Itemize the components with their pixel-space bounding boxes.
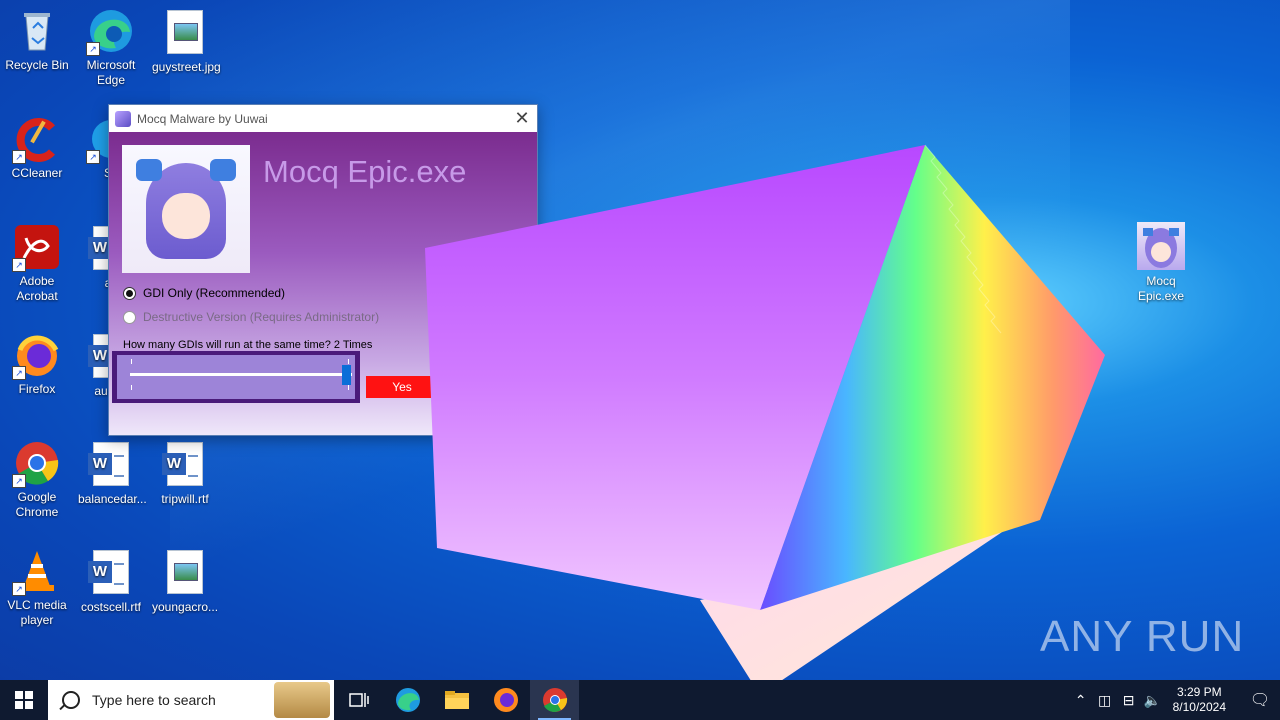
- image-file-icon: [162, 550, 208, 596]
- desktop-icon-vlc[interactable]: ↗ VLC media player: [4, 548, 70, 628]
- desktop-icon-label: Mocq Epic.exe: [1137, 274, 1185, 303]
- desktop-icon-label: Firefox: [18, 382, 56, 396]
- search-placeholder: Type here to search: [92, 692, 216, 708]
- yes-button[interactable]: Yes: [366, 376, 438, 398]
- dialog-titlebar[interactable]: Mocq Malware by Uuwai ✕: [109, 105, 537, 132]
- desktop-icon-label: Adobe Acrobat: [16, 274, 58, 303]
- word-document-icon: W: [88, 550, 134, 596]
- google-chrome-icon: ↗: [12, 440, 60, 488]
- gdi-count-slider-frame: [112, 351, 360, 403]
- recycle-bin-icon: [14, 8, 60, 54]
- microsoft-edge-icon: [395, 688, 420, 712]
- desktop-icon-label: youngacro...: [152, 600, 219, 614]
- desktop-icon-mocq-epic[interactable]: Mocq Epic.exe: [1128, 222, 1194, 304]
- desktop-icon-label: guystreet.jpg: [152, 60, 221, 74]
- mocq-anime-icon: [1137, 222, 1185, 270]
- desktop-icon-microsoft-edge[interactable]: ↗ Microsoft Edge: [78, 8, 144, 88]
- desktop-icon-label: Recycle Bin: [5, 58, 69, 72]
- desktop-icon-firefox[interactable]: ↗ Firefox: [4, 332, 70, 397]
- adobe-acrobat-icon: ↗: [12, 224, 60, 272]
- shortcut-arrow-icon: ↗: [12, 582, 26, 596]
- desktop-icon-recycle-bin[interactable]: Recycle Bin: [4, 8, 70, 73]
- volume-icon[interactable]: 🔈: [1141, 692, 1165, 709]
- dialog-title: Mocq Malware by Uuwai: [137, 111, 268, 126]
- desktop-icon-label: Microsoft Edge: [86, 58, 136, 87]
- taskbar-firefox-button[interactable]: [481, 680, 530, 720]
- google-chrome-icon: [542, 688, 567, 712]
- gdi-count-slider[interactable]: [117, 355, 355, 399]
- start-button[interactable]: [0, 680, 48, 720]
- radio-gdi-only[interactable]: GDI Only (Recommended): [123, 286, 285, 300]
- image-file-icon: [162, 10, 208, 56]
- desktop-icon-label: costscell.rtf: [80, 600, 141, 614]
- taskbar-edge-button[interactable]: [383, 680, 432, 720]
- taskbar-chrome-button[interactable]: [530, 680, 579, 720]
- ccleaner-icon: ↗: [12, 116, 60, 164]
- taskbar-search-box[interactable]: Type here to search: [48, 680, 334, 720]
- notifications-icon[interactable]: 🗨: [1240, 690, 1280, 710]
- desktop-icon-label: tripwill.rtf: [161, 492, 209, 506]
- shortcut-arrow-icon: ↗: [86, 42, 100, 56]
- task-view-icon: [348, 693, 369, 707]
- meet-now-icon[interactable]: ◫: [1093, 692, 1117, 709]
- microsoft-edge-icon: ↗: [86, 8, 134, 56]
- desktop-icon-label: balancedar...: [78, 492, 147, 506]
- windows-logo-icon: [15, 691, 33, 709]
- desktop-icon-label: Google Chrome: [15, 490, 59, 519]
- dialog-body: Mocq Epic.exe GDI Only (Recommended) Des…: [109, 132, 537, 435]
- desktop-icon-label: VLC media player: [7, 598, 67, 627]
- desktop-icon-guystreet[interactable]: guystreet.jpg: [152, 8, 221, 75]
- shortcut-arrow-icon: ↗: [12, 258, 26, 272]
- radio-label: Destructive Version (Requires Administra…: [143, 310, 380, 324]
- network-icon[interactable]: ⊟: [1117, 692, 1141, 709]
- shortcut-arrow-icon: ↗: [12, 366, 26, 380]
- radio-destructive[interactable]: Destructive Version (Requires Administra…: [123, 310, 379, 324]
- taskbar-file-explorer-button[interactable]: [432, 680, 481, 720]
- vlc-cone-icon: ↗: [12, 548, 60, 596]
- clock[interactable]: 3:29 PM 8/10/2024: [1173, 685, 1226, 715]
- shortcut-arrow-icon: ↗: [86, 150, 100, 164]
- radio-selected-icon: [123, 286, 136, 300]
- desktop-icon-youngacro[interactable]: youngacro...: [152, 548, 218, 615]
- anime-character-image: [122, 145, 250, 273]
- word-document-icon: W: [88, 442, 134, 488]
- chevron-up-icon[interactable]: ⌃: [1069, 692, 1093, 709]
- desktop-icon-google-chrome[interactable]: ↗ Google Chrome: [4, 440, 70, 520]
- slider-track: [130, 373, 352, 376]
- desktop-icon-ccleaner[interactable]: ↗ CCleaner: [4, 116, 70, 181]
- shortcut-arrow-icon: ↗: [12, 474, 26, 488]
- anyrun-watermark: ANY RUN: [1040, 612, 1245, 661]
- firefox-icon: ↗: [12, 332, 60, 380]
- app-title: Mocq Epic.exe: [263, 154, 467, 189]
- radio-label: GDI Only (Recommended): [143, 286, 286, 300]
- slider-thumb[interactable]: [342, 365, 351, 385]
- app-icon: [115, 110, 131, 127]
- desktop-icon-adobe-acrobat[interactable]: ↗ Adobe Acrobat: [4, 224, 70, 304]
- clock-date: 8/10/2024: [1172, 700, 1226, 714]
- close-button[interactable]: ✕: [507, 108, 537, 129]
- search-highlight-lion-icon: [274, 682, 330, 718]
- shortcut-arrow-icon: ↗: [12, 150, 26, 164]
- task-view-button[interactable]: [334, 680, 383, 720]
- desktop-icon-tripwill[interactable]: W tripwill.rtf: [152, 440, 218, 507]
- search-icon: [62, 691, 80, 709]
- radio-unselected-icon: [123, 310, 136, 324]
- desktop-icon-costscell[interactable]: W costscell.rtf: [78, 548, 144, 615]
- system-tray: ⌃ ◫ ⊟ 🔈 3:29 PM 8/10/2024 🗨: [1069, 685, 1280, 715]
- mocq-dialog-window: Mocq Malware by Uuwai ✕ Mocq Epic.exe GD…: [108, 104, 538, 436]
- desktop-icon-label: CCleaner: [11, 166, 63, 180]
- word-document-icon: W: [162, 442, 208, 488]
- firefox-icon: [493, 688, 518, 712]
- folder-icon: [444, 691, 469, 709]
- gdi-count-question: How many GDIs will run at the same time?…: [123, 339, 373, 351]
- taskbar: Type here to search ⌃ ◫ ⊟ 🔈 3:29 PM 8/10…: [0, 680, 1280, 720]
- desktop-icon-balancedar[interactable]: W balancedar...: [78, 440, 147, 507]
- clock-time: 3:29 PM: [1176, 685, 1222, 699]
